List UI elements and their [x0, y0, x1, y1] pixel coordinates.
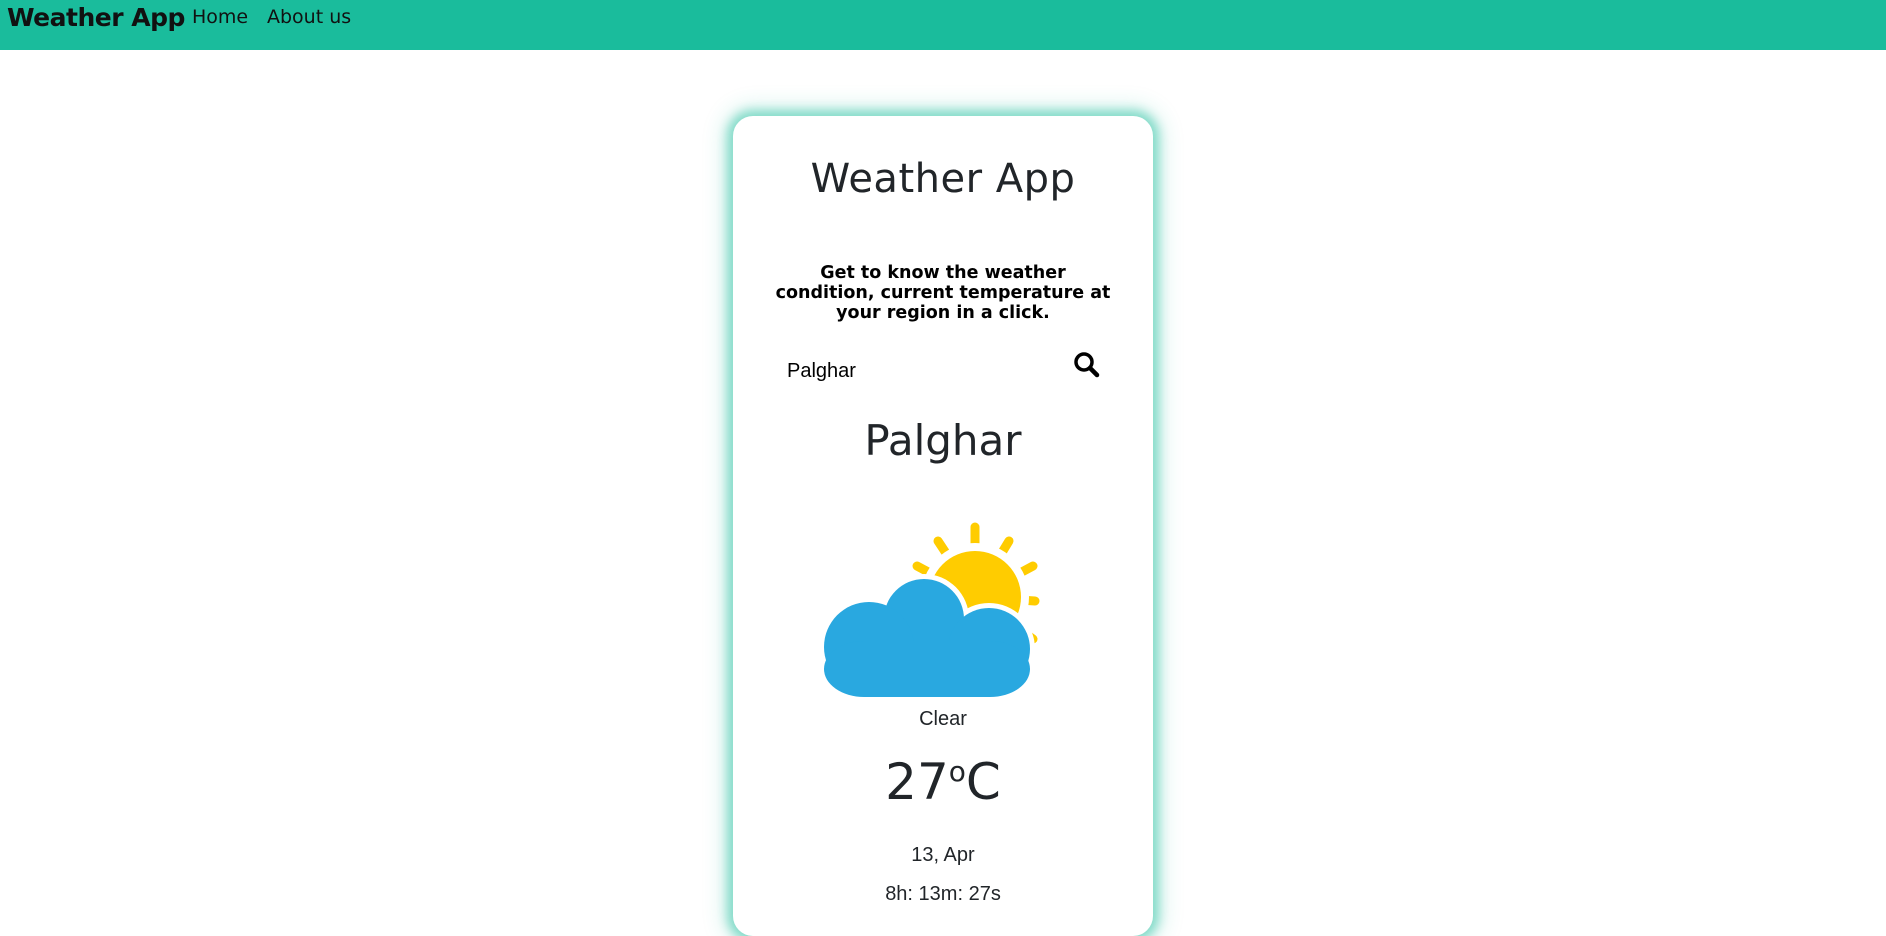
- navbar: Weather App Home About us: [0, 0, 1886, 50]
- degree-symbol: o: [948, 755, 966, 788]
- tagline: Get to know the weather condition, curre…: [775, 263, 1111, 323]
- city-name: Palghar: [864, 416, 1022, 465]
- weather-condition: Clear: [919, 708, 967, 730]
- search-button[interactable]: [1070, 348, 1104, 382]
- time-text: 8h: 13m: 27s: [885, 883, 1001, 905]
- search-icon: [1074, 352, 1100, 378]
- temperature: 27oC: [733, 753, 1153, 811]
- temperature-unit: C: [965, 753, 1001, 811]
- partly-cloudy-icon: [819, 522, 1040, 701]
- nav-link-about-us[interactable]: About us: [267, 6, 351, 28]
- nav-link-home[interactable]: Home: [192, 6, 248, 28]
- weather-card: Weather App Get to know the weather cond…: [733, 116, 1153, 936]
- temperature-value: 27: [885, 753, 949, 811]
- date-text: 13, Apr: [911, 844, 975, 866]
- card-title: Weather App: [810, 156, 1076, 202]
- city-search-input[interactable]: [787, 356, 1037, 386]
- navbar-brand[interactable]: Weather App: [7, 3, 185, 32]
